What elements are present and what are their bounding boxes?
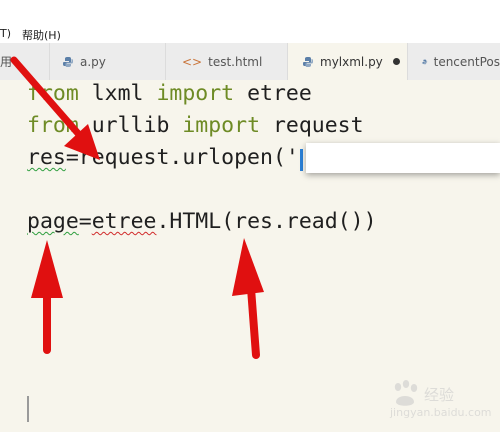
menu-bar: T) 帮助(H) [0,26,500,43]
code-text: urllib [78,113,183,138]
code-text: etree [91,209,157,234]
menu-item-help[interactable]: 帮助(H) [22,27,61,43]
tab-label: mylxml.py [320,54,383,69]
tab-label: 用 [0,55,13,69]
keyword: from [27,113,79,138]
menu-item-partial[interactable]: T) [0,27,11,40]
python-icon [63,56,73,67]
python-icon [422,59,428,64]
code-text: =request.urlopen(' [65,145,299,170]
code-text: request [260,113,364,138]
code-text: res [27,145,66,170]
code-text: page [27,209,79,234]
tab-test-html[interactable]: <> test.html [166,43,288,80]
python-icon [303,56,313,67]
tab-tencentpos[interactable]: tencentPos [408,43,500,80]
code-line-4[interactable]: page=etree.HTML(res.read()) [27,209,377,235]
code-line-1[interactable]: from lxml import etree [27,81,312,107]
tab-a-py[interactable]: a.py [50,43,166,80]
code-line-2[interactable]: from urllib import request [27,113,364,139]
paw-logo-icon [394,380,418,406]
text-cursor [300,149,303,171]
keyword: import [156,81,235,106]
code-text: .HTML(res.read()) [156,209,377,234]
autocomplete-popup[interactable] [306,143,500,173]
tab-label: tencentPos [433,54,500,69]
watermark-title: 经验 [424,386,455,404]
keyword: from [27,81,79,106]
code-text: etree [234,81,312,106]
code-line-3[interactable]: res=request.urlopen(' [27,145,299,171]
unsaved-dot-icon[interactable] [392,58,400,65]
tab-label: a.py [80,54,106,69]
baidu-watermark: 经验 jingyan.baidu.com [388,378,496,424]
line-cursor [27,396,29,422]
html-icon: <> [182,54,203,69]
title-strip [0,0,500,26]
watermark-url: jingyan.baidu.com [390,406,492,419]
tab-partial[interactable]: 用 [0,43,50,80]
tab-label: test.html [208,54,263,69]
code-text: lxml [78,81,157,106]
tab-bar: 用 a.py <> test.html mylxml.py tencentPos [0,43,500,80]
code-text: = [78,209,92,234]
keyword: import [182,113,261,138]
tab-mylxml-py[interactable]: mylxml.py [288,43,408,80]
